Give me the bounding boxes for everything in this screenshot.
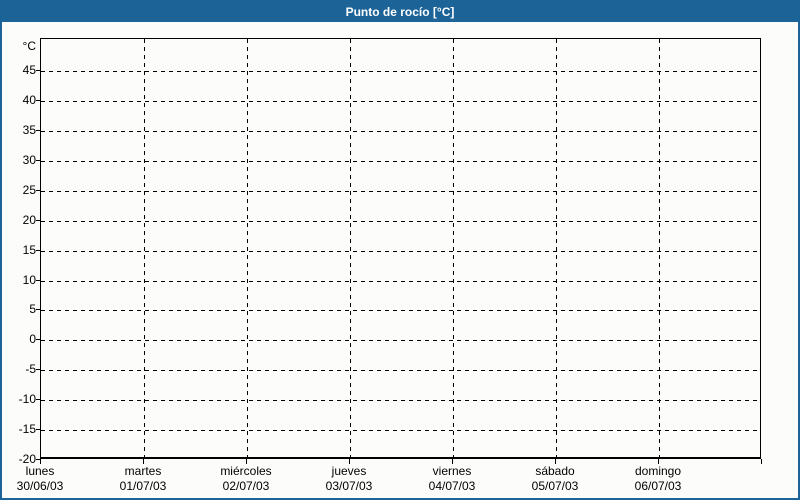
- title-bar: Punto de rocío [°C]: [2, 2, 798, 22]
- x-axis-day-label: lunes 30/06/03: [2, 464, 85, 494]
- y-tick-label: -10: [18, 392, 36, 406]
- x-gridline: [659, 39, 660, 457]
- chart-window: Punto de rocío [°C] °C 45 40 35 30 25 20 15 10 5…: [0, 0, 800, 500]
- y-gridline: [41, 191, 760, 192]
- y-tick-label: 45: [22, 63, 36, 77]
- y-tick-label: 0: [29, 332, 36, 346]
- x-gridline: [247, 39, 248, 457]
- y-tick-mark: [36, 70, 40, 71]
- y-axis-unit-label: °C: [22, 39, 36, 53]
- y-tick-label: 25: [22, 183, 36, 197]
- y-tick-mark: [36, 339, 40, 340]
- x-gridline: [144, 39, 145, 457]
- day-name: sábado: [535, 464, 575, 478]
- y-gridline: [41, 430, 760, 431]
- day-name: miércoles: [220, 464, 272, 478]
- day-date: 03/07/03: [325, 479, 373, 493]
- y-gridline: [41, 221, 760, 222]
- y-tick-label: 10: [22, 273, 36, 287]
- y-tick-label: -15: [18, 422, 36, 436]
- y-gridline: [41, 340, 760, 341]
- x-axis-day-label: sábado 05/07/03: [510, 464, 600, 494]
- y-gridline: [41, 161, 760, 162]
- x-axis-day-label: martes 01/07/03: [98, 464, 188, 494]
- x-axis-day-label: miércoles 02/07/03: [201, 464, 291, 494]
- plot-area: [40, 38, 761, 459]
- y-tick-mark: [36, 399, 40, 400]
- chart-title: Punto de rocío [°C]: [345, 5, 455, 19]
- y-tick-mark: [36, 100, 40, 101]
- y-gridline: [41, 310, 760, 311]
- y-tick-label: 20: [22, 213, 36, 227]
- day-name: viernes: [432, 464, 472, 478]
- y-tick-mark: [36, 190, 40, 191]
- y-gridline: [41, 131, 760, 132]
- y-gridline: [41, 370, 760, 371]
- day-name: domingo: [634, 464, 682, 478]
- day-date: 02/07/03: [222, 479, 270, 493]
- y-gridline: [41, 281, 760, 282]
- x-axis-day-label: jueves 03/07/03: [304, 464, 394, 494]
- y-tick-label: 15: [22, 243, 36, 257]
- y-tick-mark: [36, 309, 40, 310]
- day-name: martes: [124, 464, 162, 478]
- day-date: 06/07/03: [634, 479, 682, 493]
- y-gridline: [41, 71, 760, 72]
- y-tick-mark: [36, 220, 40, 221]
- y-gridline: [41, 101, 760, 102]
- day-name: lunes: [25, 464, 55, 478]
- y-tick-mark: [36, 369, 40, 370]
- y-tick-label: 35: [22, 123, 36, 137]
- day-date: 04/07/03: [428, 479, 476, 493]
- y-tick-label: 5: [29, 302, 36, 316]
- y-tick-label: 40: [22, 93, 36, 107]
- x-gridline: [350, 39, 351, 457]
- x-gridline: [453, 39, 454, 457]
- x-axis-day-label: domingo 06/07/03: [613, 464, 703, 494]
- x-tick-mark: [761, 459, 762, 464]
- day-date: 30/06/03: [16, 479, 64, 493]
- y-tick-label: -5: [25, 362, 36, 376]
- y-tick-mark: [36, 280, 40, 281]
- y-gridline: [41, 400, 760, 401]
- x-gridline: [556, 39, 557, 457]
- y-tick-mark: [36, 160, 40, 161]
- x-axis-day-label: viernes 04/07/03: [407, 464, 497, 494]
- y-gridline: [41, 251, 760, 252]
- y-tick-mark: [36, 429, 40, 430]
- grid-layer: [41, 39, 760, 457]
- day-date: 05/07/03: [531, 479, 579, 493]
- y-tick-mark: [36, 250, 40, 251]
- day-date: 01/07/03: [119, 479, 167, 493]
- y-tick-mark: [36, 130, 40, 131]
- y-tick-label: 30: [22, 153, 36, 167]
- day-name: jueves: [331, 464, 367, 478]
